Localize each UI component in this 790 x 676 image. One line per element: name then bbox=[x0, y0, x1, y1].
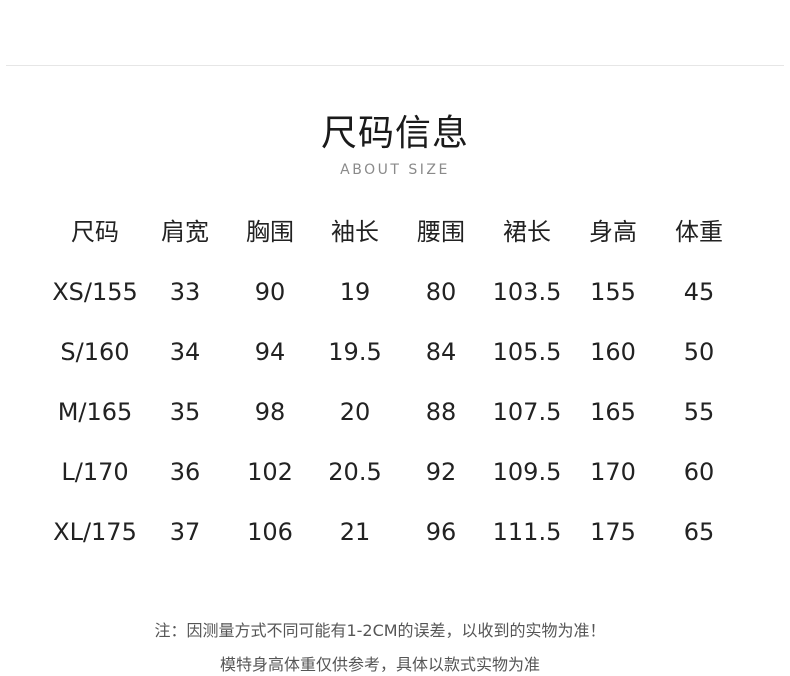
table-cell: 165 bbox=[590, 398, 636, 426]
table-cell: 80 bbox=[425, 278, 457, 306]
table-cell: 175 bbox=[590, 518, 636, 546]
table-cell: 111.5 bbox=[492, 518, 562, 546]
header-cell-sleeve: 袖长 bbox=[331, 218, 379, 246]
table-cell: 19 bbox=[339, 278, 371, 306]
table-row: XL/175 37 106 21 96 111.5 175 65 bbox=[0, 502, 790, 562]
header-cell-size: 尺码 bbox=[71, 218, 119, 246]
table-row: M/165 35 98 20 88 107.5 165 55 bbox=[0, 382, 790, 442]
table-cell: 84 bbox=[425, 338, 457, 366]
table-cell: 20 bbox=[339, 398, 371, 426]
table-cell: L/170 bbox=[61, 458, 129, 486]
table-cell: 103.5 bbox=[492, 278, 562, 306]
table-cell: XL/175 bbox=[53, 518, 137, 546]
table-cell: 50 bbox=[683, 338, 715, 366]
table-cell: S/160 bbox=[60, 338, 130, 366]
table-cell: 170 bbox=[590, 458, 636, 486]
table-row: XS/155 33 90 19 80 103.5 155 45 bbox=[0, 262, 790, 322]
table-cell: 92 bbox=[425, 458, 457, 486]
page-subtitle: ABOUT SIZE bbox=[340, 162, 450, 178]
table-cell: 19.5 bbox=[328, 338, 382, 366]
table-row: S/160 34 94 19.5 84 105.5 160 50 bbox=[0, 322, 790, 382]
model-reference-note: 模特身高体重仅供参考，具体以款式实物为准 bbox=[219, 655, 540, 674]
table-cell: M/165 bbox=[57, 398, 133, 426]
header-cell-height: 身高 bbox=[589, 218, 637, 246]
table-cell: 155 bbox=[590, 278, 636, 306]
table-cell: 96 bbox=[425, 518, 457, 546]
table-cell: 20.5 bbox=[328, 458, 382, 486]
table-cell: 60 bbox=[683, 458, 715, 486]
top-divider bbox=[6, 65, 784, 66]
table-header-row: 尺码 肩宽 胸围 袖长 腰围 裙长 身高 体重 bbox=[0, 202, 790, 262]
measurement-note: 注：因测量方式不同可能有1-2CM的误差，以收到的实物为准！ bbox=[154, 621, 606, 640]
table-cell: 107.5 bbox=[492, 398, 562, 426]
table-cell: 88 bbox=[425, 398, 457, 426]
table-cell: 109.5 bbox=[492, 458, 562, 486]
table-cell: XS/155 bbox=[52, 278, 138, 306]
table-cell: 45 bbox=[683, 278, 715, 306]
table-cell: 160 bbox=[590, 338, 636, 366]
header-cell-weight: 体重 bbox=[675, 218, 723, 246]
table-cell: 21 bbox=[339, 518, 371, 546]
table-cell: 105.5 bbox=[492, 338, 562, 366]
table-cell: 55 bbox=[683, 398, 715, 426]
page-title: 尺码信息 bbox=[320, 113, 469, 154]
table-row: L/170 36 102 20.5 92 109.5 170 60 bbox=[0, 442, 790, 502]
table-cell: 65 bbox=[683, 518, 715, 546]
header-cell-skirt-length: 裙长 bbox=[503, 218, 551, 246]
header-cell-waist: 腰围 bbox=[417, 218, 465, 246]
